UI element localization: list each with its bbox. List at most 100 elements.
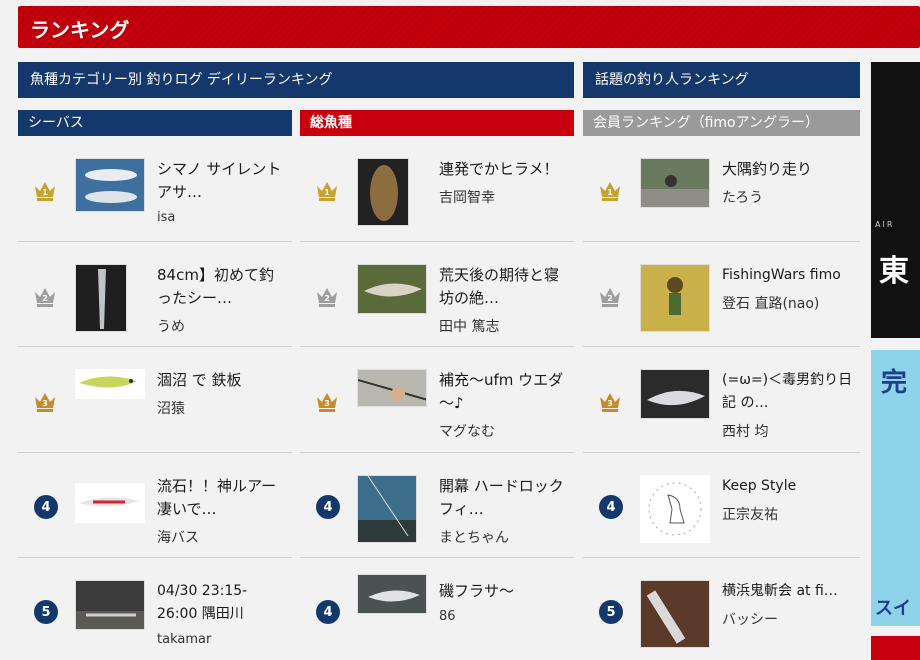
author-name[interactable]: 海バス: [157, 527, 286, 547]
crown-bronze-icon: 3: [35, 393, 55, 412]
ranking-row[interactable]: 2 FishingWars fimo 登石 直路(nao): [583, 242, 860, 347]
rank-number-badge: 5: [34, 600, 58, 624]
crown-silver-icon: 2: [600, 287, 620, 307]
avatar-bird-logo[interactable]: [640, 474, 710, 543]
banner-subtext: スイ: [875, 598, 911, 619]
crown-bronze-icon: 3: [317, 393, 337, 412]
thumbnail-lures[interactable]: [75, 158, 145, 212]
avatar-angler-fish[interactable]: [640, 580, 710, 648]
rank-number-badge: 5: [599, 600, 623, 624]
rank-number-badge: 4: [316, 600, 340, 624]
rank-number-badge: 4: [34, 494, 58, 519]
author-name[interactable]: うめ: [157, 316, 286, 336]
author-name[interactable]: マグなむ: [439, 421, 568, 441]
crown-gold-icon: 1: [600, 182, 620, 201]
log-title[interactable]: 連発でかヒラメ！: [439, 158, 568, 181]
svg-text:1: 1: [324, 188, 330, 197]
angler-name[interactable]: バッシー: [722, 609, 854, 629]
author-name[interactable]: まとちゃん: [439, 527, 568, 547]
side-ad-banner-3[interactable]: [871, 636, 920, 660]
crown-silver-icon: 2: [35, 287, 55, 307]
angler-name[interactable]: 西村 均: [722, 421, 854, 441]
svg-text:2: 2: [324, 294, 330, 303]
author-name[interactable]: 田中 篤志: [439, 316, 568, 336]
log-title[interactable]: 荒天後の期待と寝坊の絶…: [439, 264, 568, 310]
ranking-row[interactable]: 4 流石！！神ルアー凄いで… 海バス: [18, 453, 292, 558]
thumbnail-minnow[interactable]: [75, 482, 145, 523]
angler-title[interactable]: (=ω=)＜毒男釣り日記 の…: [722, 369, 854, 415]
log-title[interactable]: 流石！！神ルアー凄いで…: [157, 475, 286, 521]
angler-name[interactable]: 正宗友祐: [722, 504, 854, 524]
ranking-row[interactable]: 3 (=ω=)＜毒男釣り日記 の… 西村 均: [583, 347, 860, 453]
ranking-column-members: 1 大隅釣り走り たろう 2 FishingWars fimo 登石 直路(na…: [583, 136, 860, 660]
ranking-row[interactable]: 1 シマノ サイレントアサ… isa: [18, 136, 292, 242]
author-name[interactable]: isa: [157, 210, 286, 225]
log-title[interactable]: 開幕 ハードロックフィ…: [439, 475, 568, 521]
thumbnail-rod[interactable]: [357, 369, 427, 407]
side-ad-banner-1[interactable]: AIR 東: [871, 62, 920, 338]
banner-text: 完: [881, 368, 908, 398]
log-title[interactable]: 04/30 23:15-26:00 隅田川: [157, 580, 286, 626]
svg-text:2: 2: [607, 294, 613, 303]
ranking-row[interactable]: 3 補充～ufm ウエダ～♪ マグなむ: [300, 347, 574, 453]
log-title[interactable]: 涸沼 で 鉄板: [157, 369, 286, 392]
svg-text:1: 1: [607, 188, 613, 197]
ranking-row[interactable]: 1 大隅釣り走り たろう: [583, 136, 860, 242]
angler-title[interactable]: FishingWars fimo: [722, 264, 854, 287]
daily-ranking-section-title: 魚種カテゴリー別 釣りログ デイリーランキング: [18, 62, 574, 98]
crown-silver-icon: 2: [317, 287, 337, 307]
ranking-row[interactable]: 4 磯フラサ～ 86: [300, 558, 574, 660]
svg-text:3: 3: [42, 399, 48, 408]
crown-bronze-icon: 3: [600, 393, 620, 412]
ranking-row[interactable]: 2 荒天後の期待と寝坊の絶… 田中 篤志: [300, 242, 574, 347]
column-header-seabass[interactable]: シーバス: [18, 110, 292, 136]
thumbnail-fish-rock[interactable]: [357, 574, 427, 614]
thumbnail-flounder[interactable]: [357, 158, 409, 226]
angler-name[interactable]: たろう: [722, 187, 854, 207]
thumbnail-rock-fishing[interactable]: [357, 474, 417, 543]
rank-number-badge: 4: [599, 494, 623, 519]
page-title: ランキング: [30, 18, 130, 42]
thumbnail-seabass[interactable]: [75, 263, 127, 332]
author-name[interactable]: 86: [439, 609, 568, 624]
angler-title[interactable]: 横浜鬼斬会 at fi…: [722, 580, 854, 603]
ranking-row[interactable]: 5 横浜鬼斬会 at fi… バッシー: [583, 558, 860, 660]
angler-title[interactable]: 大隅釣り走り: [722, 158, 854, 181]
crown-gold-icon: 1: [35, 182, 55, 201]
ranking-row[interactable]: 3 涸沼 で 鉄板 沼猿: [18, 347, 292, 453]
ranking-row[interactable]: 4 Keep Style 正宗友祐: [583, 453, 860, 558]
log-title[interactable]: 磯フラサ～: [439, 580, 568, 603]
column-header-members[interactable]: 会員ランキング（fimoアングラー）: [583, 110, 860, 136]
avatar-road[interactable]: [640, 158, 710, 208]
ranking-header: ランキング: [18, 6, 920, 48]
log-title[interactable]: 補充～ufm ウエダ～♪: [439, 369, 568, 415]
avatar-big-fish[interactable]: [640, 369, 710, 419]
angler-name[interactable]: 登石 直路(nao): [722, 293, 854, 313]
rank-number-badge: 4: [316, 494, 340, 519]
banner-text: 東: [879, 254, 909, 289]
svg-text:3: 3: [607, 399, 613, 408]
log-title[interactable]: シマノ サイレントアサ…: [157, 158, 286, 204]
avatar-illustration[interactable]: [640, 263, 710, 332]
ranking-row[interactable]: 4 開幕 ハードロックフィ… まとちゃん: [300, 453, 574, 558]
angler-ranking-section-title: 話題の釣り人ランキング: [583, 62, 860, 98]
thumbnail-lure[interactable]: [75, 369, 145, 399]
log-title[interactable]: 84cm】初めて釣ったシー…: [157, 264, 286, 310]
ranking-row[interactable]: 5 04/30 23:15-26:00 隅田川 takamar: [18, 558, 292, 660]
svg-text:3: 3: [324, 399, 330, 408]
crown-gold-icon: 1: [317, 182, 337, 201]
ranking-row[interactable]: 2 84cm】初めて釣ったシー… うめ: [18, 242, 292, 347]
banner-small-text: AIR: [875, 220, 895, 229]
author-name[interactable]: takamar: [157, 632, 286, 647]
author-name[interactable]: 吉岡智幸: [439, 187, 568, 207]
column-header-all-fish[interactable]: 総魚種: [300, 110, 574, 136]
ranking-column-all-fish: 1 連発でかヒラメ！ 吉岡智幸 2 荒天後の期待と寝坊の絶… 田中 篤志 3 補…: [300, 136, 574, 660]
author-name[interactable]: 沼猿: [157, 398, 286, 418]
angler-title[interactable]: Keep Style: [722, 475, 854, 498]
side-ad-banner-2[interactable]: 完 スイ: [871, 350, 920, 626]
svg-text:2: 2: [42, 294, 48, 303]
ranking-column-seabass: 1 シマノ サイレントアサ… isa 2 84cm】初めて釣ったシー… うめ 3…: [18, 136, 292, 660]
thumbnail-trout[interactable]: [357, 263, 427, 314]
ranking-row[interactable]: 1 連発でかヒラメ！ 吉岡智幸: [300, 136, 574, 242]
thumbnail-river-night[interactable]: [75, 580, 145, 630]
